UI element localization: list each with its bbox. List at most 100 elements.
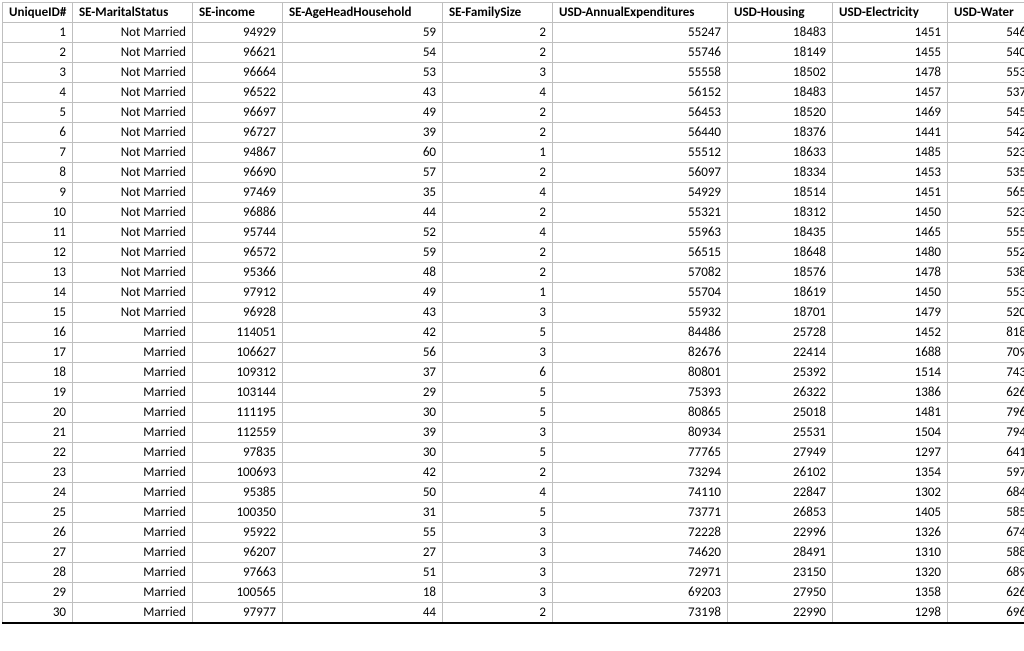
cell: 43 (283, 303, 443, 323)
cell: 27 (283, 543, 443, 563)
cell: 94867 (193, 143, 283, 163)
cell: 55963 (553, 223, 728, 243)
cell: Not Married (73, 103, 193, 123)
cell: 59 (283, 243, 443, 263)
cell: 18312 (728, 203, 833, 223)
cell: 50 (283, 483, 443, 503)
cell: 112559 (193, 423, 283, 443)
col-header: SE-AgeHeadHousehold (283, 3, 443, 23)
cell: 2 (443, 103, 553, 123)
cell: 1 (3, 23, 73, 43)
cell: Not Married (73, 283, 193, 303)
cell: 1481 (833, 403, 948, 423)
cell: Not Married (73, 263, 193, 283)
cell: 97912 (193, 283, 283, 303)
cell: 542 (948, 123, 1024, 143)
cell: 49 (283, 283, 443, 303)
cell: 74620 (553, 543, 728, 563)
cell: 44 (283, 603, 443, 624)
cell: 59 (283, 23, 443, 43)
cell: 56440 (553, 123, 728, 143)
cell: 21 (3, 423, 73, 443)
cell: 1298 (833, 603, 948, 624)
cell: 43 (283, 83, 443, 103)
cell: Married (73, 323, 193, 343)
cell: 4 (443, 83, 553, 103)
cell: 55321 (553, 203, 728, 223)
cell: 13 (3, 263, 73, 283)
cell: 689 (948, 563, 1024, 583)
table-row: 2Not Married9662154255746181491455540 (3, 43, 1024, 63)
table-row: 22Married9783530577765279491297641 (3, 443, 1024, 463)
table-row: 25Married10035031573771268531405585 (3, 503, 1024, 523)
table-body: 1Not Married94929592552471848314515462No… (3, 23, 1024, 624)
cell: 2 (443, 263, 553, 283)
cell: 796 (948, 403, 1024, 423)
cell: 4 (443, 483, 553, 503)
cell: 696 (948, 603, 1024, 624)
table-row: 1Not Married9492959255247184831451546 (3, 23, 1024, 43)
cell: 1504 (833, 423, 948, 443)
table-row: 7Not Married9486760155512186331485523 (3, 143, 1024, 163)
cell: 1405 (833, 503, 948, 523)
cell: 1452 (833, 323, 948, 343)
cell: 626 (948, 583, 1024, 603)
cell: 555 (948, 223, 1024, 243)
table-row: 27Married9620727374620284911310588 (3, 543, 1024, 563)
cell: Not Married (73, 23, 193, 43)
cell: 18334 (728, 163, 833, 183)
cell: 535 (948, 163, 1024, 183)
cell: 94929 (193, 23, 283, 43)
cell: Married (73, 343, 193, 363)
cell: 96664 (193, 63, 283, 83)
cell: 56515 (553, 243, 728, 263)
col-header: USD-AnnualExpenditures (553, 3, 728, 23)
cell: 10 (3, 203, 73, 223)
header-row: UniqueID# SE-MaritalStatus SE-income SE-… (3, 3, 1024, 23)
cell: 52 (283, 223, 443, 243)
cell: 24 (3, 483, 73, 503)
cell: 56097 (553, 163, 728, 183)
cell: 7 (3, 143, 73, 163)
cell: 73294 (553, 463, 728, 483)
cell: 4 (443, 183, 553, 203)
table-row: 18Married10931237680801253921514743 (3, 363, 1024, 383)
cell: 26322 (728, 383, 833, 403)
cell: 103144 (193, 383, 283, 403)
table-row: 4Not Married9652243456152184831457537 (3, 83, 1024, 103)
cell: 73198 (553, 603, 728, 624)
cell: 72971 (553, 563, 728, 583)
cell: Not Married (73, 83, 193, 103)
cell: 5 (443, 383, 553, 403)
cell: 537 (948, 83, 1024, 103)
cell: Not Married (73, 243, 193, 263)
cell: 96621 (193, 43, 283, 63)
cell: 100350 (193, 503, 283, 523)
cell: 2 (443, 43, 553, 63)
cell: 53 (283, 63, 443, 83)
table-row: 21Married11255939380934255311504794 (3, 423, 1024, 443)
cell: 11 (3, 223, 73, 243)
cell: 95385 (193, 483, 283, 503)
cell: 1354 (833, 463, 948, 483)
cell: 30 (283, 443, 443, 463)
cell: 18701 (728, 303, 833, 323)
cell: 18 (283, 583, 443, 603)
cell: 28 (3, 563, 73, 583)
cell: 3 (3, 63, 73, 83)
cell: 8 (3, 163, 73, 183)
cell: 54 (283, 43, 443, 63)
cell: 39 (283, 423, 443, 443)
cell: 26853 (728, 503, 833, 523)
cell: Married (73, 403, 193, 423)
table-row: 28Married9766351372971231501320689 (3, 563, 1024, 583)
cell: 6 (3, 123, 73, 143)
cell: Married (73, 563, 193, 583)
cell: 39 (283, 123, 443, 143)
cell: 5 (443, 403, 553, 423)
cell: 16 (3, 323, 73, 343)
cell: 1469 (833, 103, 948, 123)
cell: 4 (3, 83, 73, 103)
cell: 18514 (728, 183, 833, 203)
cell: 25728 (728, 323, 833, 343)
